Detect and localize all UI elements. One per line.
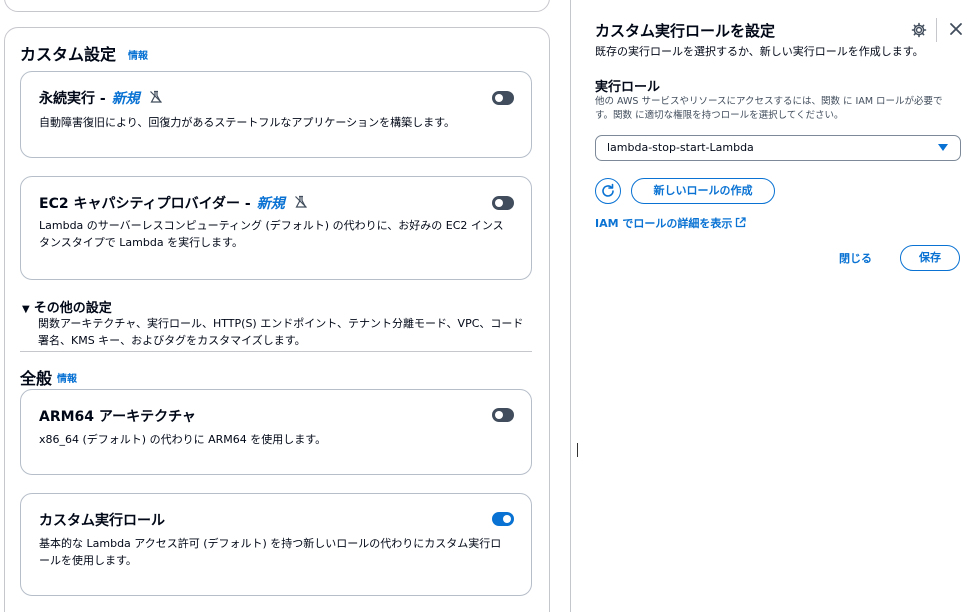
ec2-capacity-provider-tile: EC2 キャパシティプロバイダー - 新規 Lambda のサーバーレスコンピュー… (20, 176, 532, 280)
ec2-capacity-provider-toggle[interactable] (492, 196, 514, 210)
flask-off-icon (294, 195, 308, 213)
close-icon[interactable] (948, 21, 964, 41)
save-button[interactable]: 保存 (900, 245, 960, 271)
tile-title: EC2 キャパシティプロバイダー - 新規 (39, 193, 308, 213)
info-link[interactable]: 情報 (128, 47, 148, 62)
close-button[interactable]: 閉じる (839, 250, 872, 266)
panel-title: カスタム実行ロールを設定 (595, 22, 776, 40)
iam-role-details-link[interactable]: IAM でロールの詳細を表示 (595, 215, 747, 231)
tile-title: 永続実行 - 新規 (39, 88, 163, 108)
refresh-button[interactable] (595, 178, 621, 204)
header-separator (936, 18, 937, 42)
tile-title-text: EC2 キャパシティプロバイダー - (39, 196, 251, 212)
info-link[interactable]: 情報 (57, 370, 77, 385)
tile-title-text: 永続実行 - (39, 91, 106, 107)
new-badge: 新規 (111, 91, 140, 107)
iam-link-label: IAM でロールの詳細を表示 (595, 217, 733, 230)
external-link-icon (732, 217, 747, 230)
general-title: 全般 (20, 369, 53, 388)
custom-settings-area: カスタム設定 情報 永続実行 - 新規 自動障害復旧により、回復力があるステートフ… (0, 0, 570, 612)
execution-role-label: 実行ロール (595, 80, 661, 95)
tile-title: カスタム実行ロール (39, 513, 165, 529)
execution-role-select[interactable]: lambda-stop-start-Lambda (595, 135, 961, 161)
new-badge: 新規 (256, 196, 285, 212)
divider (20, 351, 532, 352)
other-settings-expander[interactable]: ▼ その他の設定 (22, 297, 112, 316)
flask-off-icon (149, 90, 163, 108)
gear-icon[interactable] (911, 22, 927, 42)
tile-description: Lambda のサーバーレスコンピューティング (デフォルト) の代わりに、お好… (39, 219, 504, 249)
caret-down-icon (938, 144, 948, 151)
durable-execution-toggle[interactable] (492, 91, 514, 105)
tile-description: 基本的な Lambda アクセス許可 (デフォルト) を持つ新しいロールの代わり… (39, 537, 502, 567)
execution-role-description: 他の AWS サービスやリソースにアクセスするには、関数 に IAM ロールが必… (595, 96, 943, 121)
execution-role-value: lambda-stop-start-Lambda (607, 141, 754, 154)
caret-down-icon: ▼ (22, 304, 30, 315)
tile-description: x86_64 (デフォルト) の代わりに ARM64 を使用します。 (39, 433, 327, 446)
side-panel: カスタム実行ロールを設定 既存の実行ロールを選択するか、新しい実行ロールを作成し… (571, 0, 978, 612)
arm64-toggle[interactable] (492, 408, 514, 422)
arm64-tile: ARM64 アーキテクチャ x86_64 (デフォルト) の代わりに ARM64… (20, 389, 532, 475)
create-role-button[interactable]: 新しいロールの作成 (631, 178, 775, 204)
other-settings-description: 関数アーキテクチャ、実行ロール、HTTP(S) エンドポイント、テナント分離モー… (38, 317, 524, 347)
durable-execution-tile: 永続実行 - 新規 自動障害復旧により、回復力があるステートフルなアプリケーション… (20, 71, 532, 158)
section-title: カスタム設定 (20, 45, 117, 64)
tile-title: ARM64 アーキテクチャ (39, 409, 196, 425)
custom-execution-role-tile: カスタム実行ロール 基本的な Lambda アクセス許可 (デフォルト) を持つ… (20, 493, 532, 596)
custom-execution-role-toggle[interactable] (492, 512, 514, 526)
previous-container (4, 0, 550, 12)
panel-subtitle: 既存の実行ロールを選択するか、新しい実行ロールを作成します。 (595, 45, 924, 58)
tile-description: 自動障害復旧により、回復力があるステートフルなアプリケーションを構築します。 (39, 116, 456, 129)
other-settings-label: その他の設定 (33, 301, 112, 316)
